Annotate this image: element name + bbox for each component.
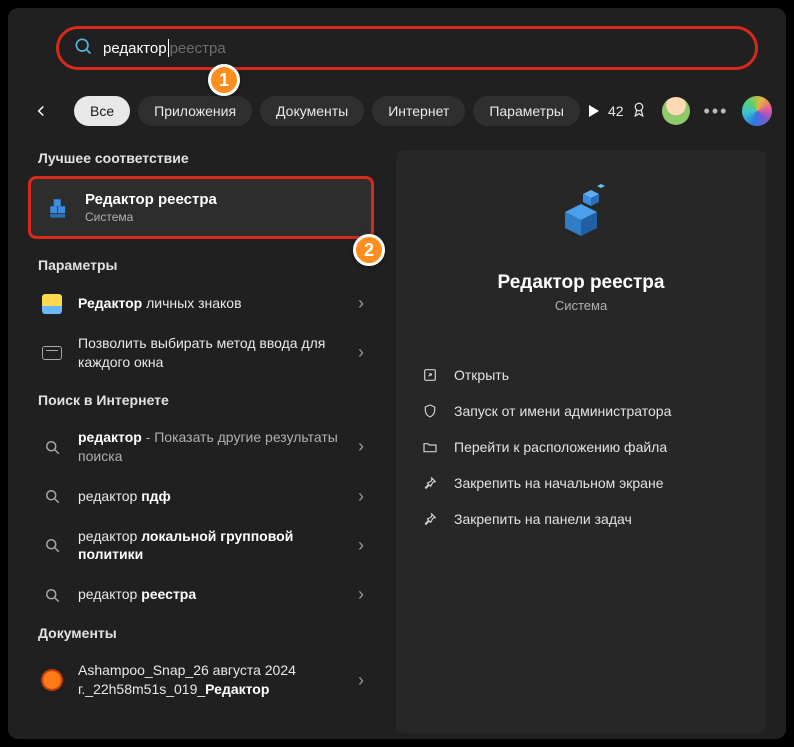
results-columns: Лучшее соответствие Редактор реестра Сис…	[28, 150, 766, 733]
chevron-right-icon: ›	[358, 436, 364, 457]
filter-tab-all[interactable]: Все	[74, 96, 130, 126]
details-subtitle: Система	[555, 298, 607, 313]
row-text: редактор - Показать другие результаты по…	[78, 428, 344, 466]
settings-row-private-chars[interactable]: Редактор личных знаков ›	[28, 283, 374, 324]
search-input[interactable]: редактор реестра	[103, 39, 226, 57]
copilot-icon[interactable]	[742, 96, 772, 126]
header-right-cluster: 42 •••	[608, 96, 772, 126]
search-input-wrap[interactable]: редактор реестра	[56, 26, 758, 70]
points-value: 42	[608, 103, 624, 119]
user-avatar[interactable]	[662, 97, 690, 125]
keyboard-icon	[40, 346, 64, 360]
regedit-icon-large	[545, 180, 617, 252]
web-search-row[interactable]: редактор - Показать другие результаты по…	[28, 418, 374, 476]
details-title: Редактор реестра	[498, 272, 665, 294]
web-search-row[interactable]: редактор локальной групповой политики ›	[28, 517, 374, 575]
action-open-location[interactable]: Перейти к расположению файла	[416, 431, 746, 463]
action-label: Закрепить на панели задач	[454, 511, 632, 527]
search-suggestion-ghost: реестра	[170, 40, 226, 57]
open-icon	[420, 367, 440, 383]
row-text: редактор пдф	[78, 487, 344, 506]
regedit-icon	[45, 194, 73, 222]
filter-tab-documents[interactable]: Документы	[260, 96, 364, 126]
section-best-match-label: Лучшее соответствие	[38, 150, 374, 166]
section-params-label: Параметры	[38, 257, 374, 273]
chevron-right-icon: ›	[358, 535, 364, 556]
back-button[interactable]	[32, 102, 50, 120]
action-run-as-admin[interactable]: Запуск от имени администратора	[416, 395, 746, 427]
filter-tab-apps[interactable]: Приложения	[138, 96, 252, 126]
medal-icon	[630, 101, 648, 122]
action-pin-start[interactable]: Закрепить на начальном экране	[416, 467, 746, 499]
action-label: Открыть	[454, 367, 509, 383]
action-open[interactable]: Открыть	[416, 359, 746, 391]
more-button[interactable]: •••	[704, 101, 729, 122]
settings-row-input-method[interactable]: Позволить выбирать метод ввода для каждо…	[28, 324, 374, 382]
row-text: Редактор личных знаков	[78, 294, 344, 313]
best-match-subtitle: Система	[85, 210, 217, 224]
pce-icon	[40, 294, 64, 314]
document-row[interactable]: Ashampoo_Snap_26 августа 2024г._22h58m51…	[28, 651, 374, 709]
chevron-right-icon: ›	[358, 670, 364, 691]
row-text: редактор локальной групповой политики	[78, 527, 344, 565]
chevron-right-icon: ›	[358, 584, 364, 605]
best-match-text: Редактор реестра Система	[85, 191, 217, 224]
play-button[interactable]	[588, 94, 600, 128]
filter-row: Все Приложения Документы Интернет Параме…	[28, 94, 766, 128]
ashampoo-icon	[40, 669, 64, 691]
text-caret	[168, 39, 169, 57]
rewards-points[interactable]: 42	[608, 101, 648, 122]
row-text: Ashampoo_Snap_26 августа 2024г._22h58m51…	[78, 661, 344, 699]
chevron-right-icon: ›	[358, 293, 364, 314]
action-label: Перейти к расположению файла	[454, 439, 667, 455]
search-icon	[40, 487, 64, 505]
action-label: Запуск от имени администратора	[454, 403, 671, 419]
action-label: Закрепить на начальном экране	[454, 475, 664, 491]
shield-icon	[420, 403, 440, 419]
pin-icon	[420, 475, 440, 491]
annotation-badge-2: 2	[353, 234, 378, 266]
chevron-right-icon: ›	[358, 342, 364, 363]
filter-tab-settings[interactable]: Параметры	[473, 96, 580, 126]
search-typed-text: редактор	[103, 40, 167, 57]
web-search-row[interactable]: редактор пдф ›	[28, 476, 374, 517]
filter-tab-internet[interactable]: Интернет	[372, 96, 465, 126]
results-left-column: Лучшее соответствие Редактор реестра Сис…	[28, 150, 378, 733]
search-icon	[40, 586, 64, 604]
search-icon	[73, 36, 93, 61]
search-icon	[40, 438, 64, 456]
best-match-title: Редактор реестра	[85, 191, 217, 208]
section-web-label: Поиск в Интернете	[38, 392, 374, 408]
search-icon	[40, 536, 64, 554]
annotation-badge-1: 1	[208, 64, 240, 96]
web-search-row[interactable]: редактор реестра ›	[28, 574, 374, 615]
row-text: Позволить выбирать метод ввода для каждо…	[78, 334, 344, 372]
pin-icon	[420, 511, 440, 527]
folder-icon	[420, 439, 440, 455]
details-actions: Открыть Запуск от имени администратора П…	[416, 359, 746, 535]
action-pin-taskbar[interactable]: Закрепить на панели задач	[416, 503, 746, 535]
best-match-item[interactable]: Редактор реестра Система	[28, 176, 374, 239]
details-hero: Редактор реестра Система	[416, 176, 746, 333]
details-panel: Редактор реестра Система Открыть Запуск …	[396, 150, 766, 733]
windows-search-panel: редактор реестра 1 Все Приложения Докуме…	[8, 8, 786, 739]
row-text: редактор реестра	[78, 585, 344, 604]
section-docs-label: Документы	[38, 625, 374, 641]
chevron-right-icon: ›	[358, 486, 364, 507]
